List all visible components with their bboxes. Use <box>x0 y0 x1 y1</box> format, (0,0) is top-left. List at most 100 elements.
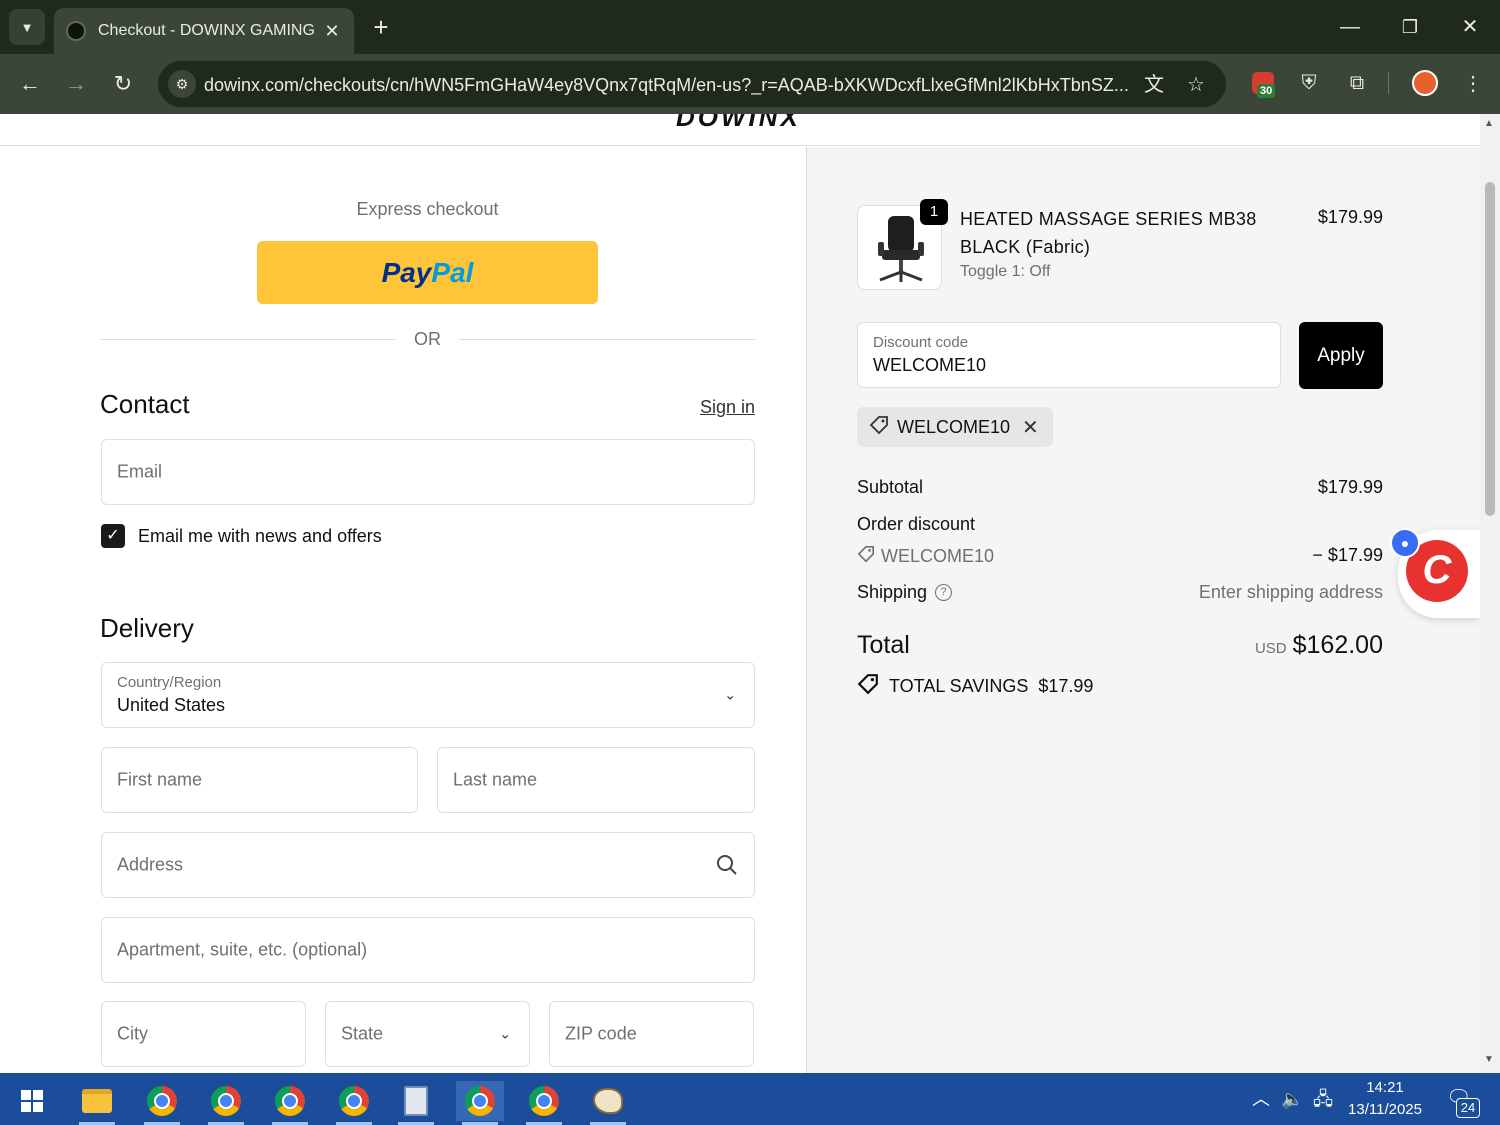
subtotal-label: Subtotal <box>857 477 924 497</box>
chrome-taskbar-icon-4[interactable] <box>330 1081 378 1125</box>
newsletter-checkbox[interactable]: ✓ <box>101 524 125 548</box>
country-label: Country/Region <box>117 674 222 691</box>
remove-discount-icon[interactable]: ✕ <box>1022 415 1039 440</box>
file-explorer-icon[interactable] <box>73 1081 121 1125</box>
page-scrollbar[interactable]: ▲ ▼ <box>1480 114 1500 1073</box>
windows-start-icon[interactable] <box>8 1081 56 1121</box>
savings-value: $17.99 <box>1038 676 1094 696</box>
applied-discount-chip: WELCOME10 ✕ <box>857 407 1053 447</box>
email-placeholder: Email <box>117 461 163 482</box>
shipping-label: Shipping <box>857 582 928 602</box>
notification-count-badge: 24 <box>1456 1098 1480 1118</box>
profile-avatar[interactable] <box>1410 68 1440 98</box>
help-icon[interactable]: ? <box>935 584 953 601</box>
apartment-field[interactable]: Apartment, suite, etc. (optional) <box>101 917 755 983</box>
newsletter-label: Email me with news and offers <box>138 525 382 546</box>
newsletter-option[interactable]: ✓ Email me with news and offers <box>101 524 382 548</box>
chrome-taskbar-icon-2[interactable] <box>202 1081 250 1125</box>
reload-button[interactable]: ↻ <box>105 66 141 102</box>
tab-title: Checkout - DOWINX GAMING C <box>98 22 318 39</box>
scroll-up-arrow-icon[interactable]: ▲ <box>1484 118 1494 129</box>
scroll-thumb[interactable] <box>1485 182 1495 516</box>
address-bar[interactable]: ⚙ dowinx.com/checkouts/cn/hWN5FmGHaW4ey8… <box>158 61 1226 107</box>
apartment-placeholder: Apartment, suite, etc. (optional) <box>117 939 368 960</box>
shipping-value: Enter shipping address <box>1198 582 1383 602</box>
order-summary-column: 1 HEATED MASSAGE SERIES MB38 BLACK (Fabr… <box>806 147 1480 1073</box>
chrome-taskbar-icon-1[interactable] <box>138 1081 186 1125</box>
shipping-row: Shipping ? <box>857 582 953 603</box>
state-select[interactable]: State ⌄ <box>325 1001 530 1067</box>
network-icon[interactable]: 🖧 <box>1313 1073 1333 1125</box>
minimize-window-button[interactable]: — <box>1330 10 1370 44</box>
savings-tag-icon <box>857 673 879 700</box>
browser-tab-bar: ▼ Checkout - DOWINX GAMING C ✕ + — ❐ ✕ <box>0 0 1500 54</box>
show-hidden-icons-icon[interactable]: ︿ <box>1252 1073 1270 1125</box>
applied-discount-code: WELCOME10 <box>897 416 1011 437</box>
paint-icon[interactable] <box>584 1081 632 1125</box>
translate-icon[interactable]: 文 <box>1140 71 1168 99</box>
chevron-down-icon: ⌄ <box>724 686 736 703</box>
restore-window-button[interactable]: ❐ <box>1390 10 1430 44</box>
sign-in-link[interactable]: Sign in <box>690 397 755 418</box>
first-name-field[interactable]: First name <box>101 747 418 813</box>
delivery-heading: Delivery <box>100 613 194 643</box>
zip-field[interactable]: ZIP code <box>549 1001 754 1067</box>
browser-tab-checkout[interactable]: Checkout - DOWINX GAMING C ✕ <box>54 8 354 54</box>
country-value: United States <box>117 695 226 715</box>
discount-code-field[interactable]: Discount code WELCOME10 <box>857 322 1281 388</box>
close-tab-icon[interactable]: ✕ <box>322 21 342 42</box>
paypal-logo-part1: Pay <box>381 256 432 288</box>
order-discount-code: WELCOME10 <box>881 546 995 566</box>
total-amount: USD $162.00 <box>1083 631 1383 660</box>
last-name-placeholder: Last name <box>453 769 538 790</box>
address-placeholder: Address <box>117 854 184 875</box>
city-field[interactable]: City <box>101 1001 306 1067</box>
system-clock[interactable]: 14:21 13/11/2025 <box>1340 1077 1430 1121</box>
windows-taskbar <box>0 1073 1500 1125</box>
dowinx-logo[interactable]: DOWINX <box>676 114 801 133</box>
site-info-icon[interactable]: ⚙ <box>168 70 196 98</box>
paypal-button[interactable]: Pay Pal <box>257 241 598 304</box>
country-select[interactable]: Country/Region United States ⌄ <box>101 662 755 728</box>
total-value: $162.00 <box>1292 631 1383 659</box>
total-currency: USD <box>1254 640 1287 657</box>
zip-placeholder: ZIP code <box>565 1023 637 1044</box>
close-window-button[interactable]: ✕ <box>1450 10 1490 44</box>
product-name: HEATED MASSAGE SERIES MB38 BLACK (Fabric… <box>960 209 1257 257</box>
shield-extension-icon[interactable]: ⛨ <box>1294 68 1324 98</box>
chrome-taskbar-icon-active[interactable] <box>456 1081 504 1125</box>
dowinx-favicon-icon <box>66 21 86 41</box>
forward-button[interactable]: → <box>58 66 94 102</box>
chrome-taskbar-icon-3[interactable] <box>266 1081 314 1125</box>
new-tab-button[interactable]: + <box>366 12 396 42</box>
chevron-down-icon: ⌄ <box>499 1025 511 1042</box>
back-button[interactable]: ← <box>12 66 48 102</box>
subtotal-value: $179.99 <box>1317 477 1383 497</box>
apply-discount-button[interactable]: Apply <box>1299 322 1383 389</box>
browser-menu-icon[interactable]: ⋮ <box>1458 68 1488 98</box>
toolbar-divider <box>1388 72 1389 94</box>
chat-agent-icon[interactable]: ● <box>1390 528 1420 558</box>
tab-search-button[interactable]: ▼ <box>9 9 45 45</box>
quantity-badge: 1 <box>920 199 948 225</box>
scroll-down-arrow-icon[interactable]: ▼ <box>1484 1054 1494 1065</box>
bookmark-star-icon[interactable]: ☆ <box>1182 71 1210 99</box>
or-label: OR <box>414 329 441 349</box>
paypal-logo-part2: Pal <box>431 256 474 288</box>
volume-icon[interactable]: 🔈 <box>1281 1073 1303 1125</box>
first-name-placeholder: First name <box>117 769 203 790</box>
calculator-icon[interactable] <box>392 1081 440 1125</box>
address-field[interactable]: Address <box>101 832 755 898</box>
extensions-puzzle-icon[interactable]: ⧉ <box>1342 68 1372 98</box>
url-text[interactable]: dowinx.com/checkouts/cn/hWN5FmGHaW4ey8VQ… <box>204 75 1134 96</box>
last-name-field[interactable]: Last name <box>437 747 755 813</box>
total-label: Total <box>857 631 910 659</box>
chrome-taskbar-icon-5[interactable] <box>520 1081 568 1125</box>
express-checkout-label: Express checkout <box>356 199 499 219</box>
checkout-page: DOWINX Express checkout Pay Pal OR Contac… <box>0 114 1480 1073</box>
chevron-down-icon: ▼ <box>20 19 34 35</box>
or-divider: OR <box>100 327 755 351</box>
email-field[interactable]: Email <box>101 439 755 505</box>
total-savings-row: TOTAL SAVINGS $17.99 <box>857 673 1093 700</box>
extension-badge: 30 <box>1257 84 1276 98</box>
